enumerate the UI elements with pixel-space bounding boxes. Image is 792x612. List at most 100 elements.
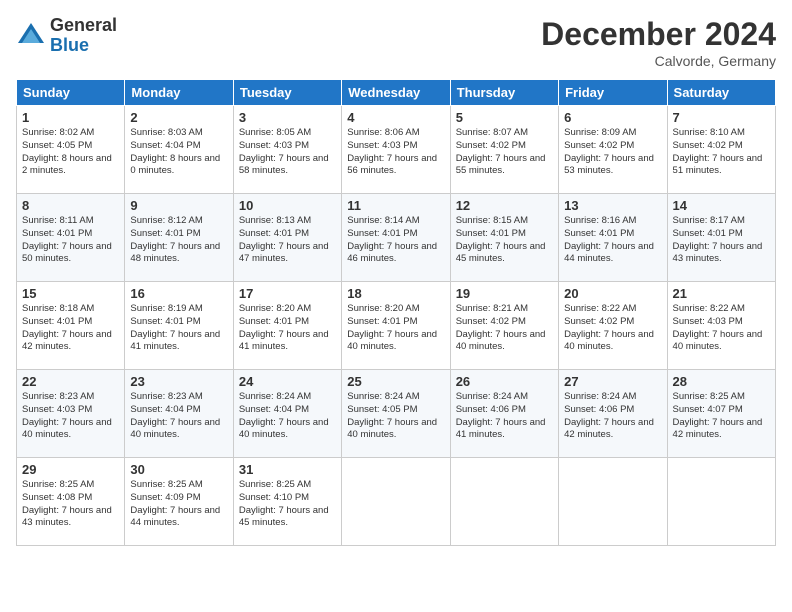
table-row: 25 Sunrise: 8:24 AMSunset: 4:05 PMDaylig… [342, 370, 450, 458]
logo-icon [16, 21, 46, 51]
calendar-week-0: 1 Sunrise: 8:02 AMSunset: 4:05 PMDayligh… [17, 106, 776, 194]
cell-text: Sunrise: 8:25 AMSunset: 4:08 PMDaylight:… [22, 479, 112, 528]
table-row: 3 Sunrise: 8:05 AMSunset: 4:03 PMDayligh… [233, 106, 341, 194]
day-number: 24 [239, 374, 336, 389]
page: General Blue December 2024 Calvorde, Ger… [0, 0, 792, 612]
calendar-week-1: 8 Sunrise: 8:11 AMSunset: 4:01 PMDayligh… [17, 194, 776, 282]
cell-text: Sunrise: 8:13 AMSunset: 4:01 PMDaylight:… [239, 215, 329, 264]
day-number: 12 [456, 198, 553, 213]
header-row: Sunday Monday Tuesday Wednesday Thursday… [17, 80, 776, 106]
cell-text: Sunrise: 8:23 AMSunset: 4:04 PMDaylight:… [130, 391, 220, 440]
cell-text: Sunrise: 8:10 AMSunset: 4:02 PMDaylight:… [673, 127, 763, 176]
cell-text: Sunrise: 8:03 AMSunset: 4:04 PMDaylight:… [130, 127, 220, 176]
table-row: 21 Sunrise: 8:22 AMSunset: 4:03 PMDaylig… [667, 282, 775, 370]
day-number: 25 [347, 374, 444, 389]
day-number: 28 [673, 374, 770, 389]
cell-text: Sunrise: 8:11 AMSunset: 4:01 PMDaylight:… [22, 215, 112, 264]
calendar-week-4: 29 Sunrise: 8:25 AMSunset: 4:08 PMDaylig… [17, 458, 776, 546]
day-number: 20 [564, 286, 661, 301]
day-number: 10 [239, 198, 336, 213]
cell-text: Sunrise: 8:17 AMSunset: 4:01 PMDaylight:… [673, 215, 763, 264]
cell-text: Sunrise: 8:23 AMSunset: 4:03 PMDaylight:… [22, 391, 112, 440]
table-row: 10 Sunrise: 8:13 AMSunset: 4:01 PMDaylig… [233, 194, 341, 282]
logo-blue-label: Blue [50, 36, 117, 56]
day-number: 3 [239, 110, 336, 125]
main-title: December 2024 [541, 16, 776, 53]
table-row: 12 Sunrise: 8:15 AMSunset: 4:01 PMDaylig… [450, 194, 558, 282]
day-number: 4 [347, 110, 444, 125]
cell-text: Sunrise: 8:02 AMSunset: 4:05 PMDaylight:… [22, 127, 112, 176]
table-row: 26 Sunrise: 8:24 AMSunset: 4:06 PMDaylig… [450, 370, 558, 458]
cell-text: Sunrise: 8:22 AMSunset: 4:03 PMDaylight:… [673, 303, 763, 352]
title-block: December 2024 Calvorde, Germany [541, 16, 776, 69]
day-number: 17 [239, 286, 336, 301]
table-row: 22 Sunrise: 8:23 AMSunset: 4:03 PMDaylig… [17, 370, 125, 458]
col-friday: Friday [559, 80, 667, 106]
cell-text: Sunrise: 8:20 AMSunset: 4:01 PMDaylight:… [347, 303, 437, 352]
day-number: 14 [673, 198, 770, 213]
table-row: 5 Sunrise: 8:07 AMSunset: 4:02 PMDayligh… [450, 106, 558, 194]
table-row: 31 Sunrise: 8:25 AMSunset: 4:10 PMDaylig… [233, 458, 341, 546]
logo: General Blue [16, 16, 117, 56]
cell-text: Sunrise: 8:16 AMSunset: 4:01 PMDaylight:… [564, 215, 654, 264]
table-row: 6 Sunrise: 8:09 AMSunset: 4:02 PMDayligh… [559, 106, 667, 194]
col-thursday: Thursday [450, 80, 558, 106]
col-sunday: Sunday [17, 80, 125, 106]
table-row: 16 Sunrise: 8:19 AMSunset: 4:01 PMDaylig… [125, 282, 233, 370]
table-row: 28 Sunrise: 8:25 AMSunset: 4:07 PMDaylig… [667, 370, 775, 458]
table-row: 7 Sunrise: 8:10 AMSunset: 4:02 PMDayligh… [667, 106, 775, 194]
table-row: 2 Sunrise: 8:03 AMSunset: 4:04 PMDayligh… [125, 106, 233, 194]
table-row: 9 Sunrise: 8:12 AMSunset: 4:01 PMDayligh… [125, 194, 233, 282]
cell-text: Sunrise: 8:12 AMSunset: 4:01 PMDaylight:… [130, 215, 220, 264]
cell-text: Sunrise: 8:20 AMSunset: 4:01 PMDaylight:… [239, 303, 329, 352]
cell-text: Sunrise: 8:09 AMSunset: 4:02 PMDaylight:… [564, 127, 654, 176]
cell-text: Sunrise: 8:06 AMSunset: 4:03 PMDaylight:… [347, 127, 437, 176]
cell-text: Sunrise: 8:22 AMSunset: 4:02 PMDaylight:… [564, 303, 654, 352]
table-row: 17 Sunrise: 8:20 AMSunset: 4:01 PMDaylig… [233, 282, 341, 370]
cell-text: Sunrise: 8:18 AMSunset: 4:01 PMDaylight:… [22, 303, 112, 352]
table-row: 8 Sunrise: 8:11 AMSunset: 4:01 PMDayligh… [17, 194, 125, 282]
table-row: 1 Sunrise: 8:02 AMSunset: 4:05 PMDayligh… [17, 106, 125, 194]
cell-text: Sunrise: 8:24 AMSunset: 4:06 PMDaylight:… [456, 391, 546, 440]
col-monday: Monday [125, 80, 233, 106]
col-wednesday: Wednesday [342, 80, 450, 106]
table-row: 30 Sunrise: 8:25 AMSunset: 4:09 PMDaylig… [125, 458, 233, 546]
cell-text: Sunrise: 8:05 AMSunset: 4:03 PMDaylight:… [239, 127, 329, 176]
table-row: 29 Sunrise: 8:25 AMSunset: 4:08 PMDaylig… [17, 458, 125, 546]
table-row [559, 458, 667, 546]
cell-text: Sunrise: 8:07 AMSunset: 4:02 PMDaylight:… [456, 127, 546, 176]
logo-text: General Blue [50, 16, 117, 56]
day-number: 8 [22, 198, 119, 213]
day-number: 27 [564, 374, 661, 389]
cell-text: Sunrise: 8:15 AMSunset: 4:01 PMDaylight:… [456, 215, 546, 264]
calendar-week-3: 22 Sunrise: 8:23 AMSunset: 4:03 PMDaylig… [17, 370, 776, 458]
cell-text: Sunrise: 8:21 AMSunset: 4:02 PMDaylight:… [456, 303, 546, 352]
day-number: 15 [22, 286, 119, 301]
day-number: 16 [130, 286, 227, 301]
table-row: 19 Sunrise: 8:21 AMSunset: 4:02 PMDaylig… [450, 282, 558, 370]
table-row [450, 458, 558, 546]
day-number: 11 [347, 198, 444, 213]
table-row: 23 Sunrise: 8:23 AMSunset: 4:04 PMDaylig… [125, 370, 233, 458]
day-number: 21 [673, 286, 770, 301]
cell-text: Sunrise: 8:24 AMSunset: 4:05 PMDaylight:… [347, 391, 437, 440]
subtitle: Calvorde, Germany [541, 53, 776, 69]
day-number: 23 [130, 374, 227, 389]
day-number: 13 [564, 198, 661, 213]
table-row: 27 Sunrise: 8:24 AMSunset: 4:06 PMDaylig… [559, 370, 667, 458]
logo-general-label: General [50, 16, 117, 36]
day-number: 9 [130, 198, 227, 213]
calendar-week-2: 15 Sunrise: 8:18 AMSunset: 4:01 PMDaylig… [17, 282, 776, 370]
table-row: 20 Sunrise: 8:22 AMSunset: 4:02 PMDaylig… [559, 282, 667, 370]
cell-text: Sunrise: 8:25 AMSunset: 4:09 PMDaylight:… [130, 479, 220, 528]
table-row: 11 Sunrise: 8:14 AMSunset: 4:01 PMDaylig… [342, 194, 450, 282]
day-number: 6 [564, 110, 661, 125]
table-row: 4 Sunrise: 8:06 AMSunset: 4:03 PMDayligh… [342, 106, 450, 194]
day-number: 1 [22, 110, 119, 125]
col-saturday: Saturday [667, 80, 775, 106]
header: General Blue December 2024 Calvorde, Ger… [16, 16, 776, 69]
day-number: 31 [239, 462, 336, 477]
cell-text: Sunrise: 8:25 AMSunset: 4:10 PMDaylight:… [239, 479, 329, 528]
day-number: 7 [673, 110, 770, 125]
cell-text: Sunrise: 8:19 AMSunset: 4:01 PMDaylight:… [130, 303, 220, 352]
